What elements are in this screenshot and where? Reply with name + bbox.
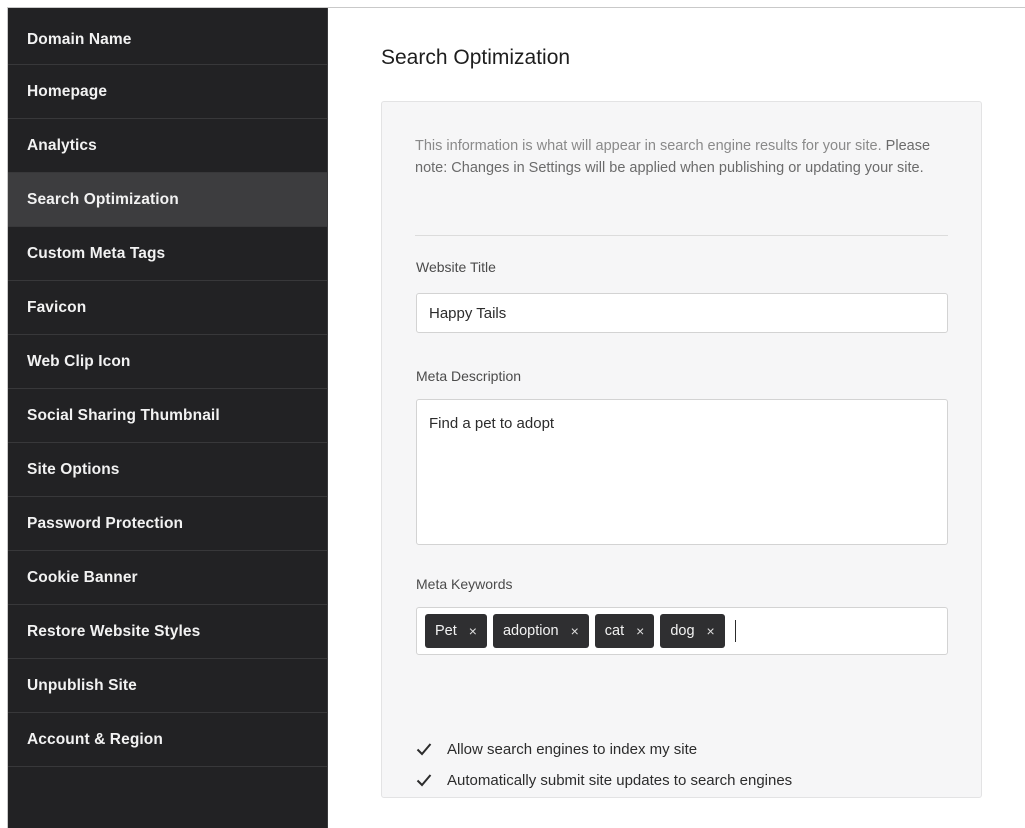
close-icon[interactable]: × [469, 623, 477, 639]
sidebar-item-unpublish-site[interactable]: Unpublish Site [8, 659, 327, 713]
sidebar-item-domain-name[interactable]: Domain Name [8, 8, 327, 65]
divider [415, 235, 948, 236]
keyword-tag: cat × [594, 614, 655, 648]
sidebar-item-label: Analytics [27, 136, 97, 154]
sidebar-item-label: Unpublish Site [27, 676, 137, 694]
website-title-label: Website Title [416, 259, 496, 275]
settings-content: Search Optimization This information is … [328, 8, 1025, 828]
sidebar-item-cookie-banner[interactable]: Cookie Banner [8, 551, 327, 605]
meta-keywords-input[interactable]: Pet × adoption × cat × dog × [416, 607, 948, 655]
sidebar-item-search-optimization[interactable]: Search Optimization [8, 173, 327, 227]
meta-description-label: Meta Description [416, 368, 522, 384]
sidebar-item-site-options[interactable]: Site Options [8, 443, 327, 497]
sidebar-item-restore-website-styles[interactable]: Restore Website Styles [8, 605, 327, 659]
allow-index-checkbox[interactable]: Allow search engines to index my site [415, 740, 697, 758]
sidebar-item-analytics[interactable]: Analytics [8, 119, 327, 173]
keyword-tag-text: Pet [435, 623, 457, 639]
sidebar-item-label: Homepage [27, 82, 108, 100]
sidebar-item-password-protection[interactable]: Password Protection [8, 497, 327, 551]
intro-text: This information is what will appear in … [415, 135, 945, 179]
auto-submit-label: Automatically submit site updates to sea… [447, 771, 793, 789]
allow-index-label: Allow search engines to index my site [447, 740, 698, 758]
sidebar-item-label: Search Optimization [27, 190, 179, 208]
sidebar-item-custom-meta-tags[interactable]: Custom Meta Tags [8, 227, 327, 281]
keyword-tag: Pet × [425, 614, 487, 648]
keyword-tag-text: cat [604, 623, 625, 639]
keyword-tag-text: adoption [502, 623, 559, 639]
text-caret [734, 620, 736, 642]
sidebar-item-favicon[interactable]: Favicon [8, 281, 327, 335]
sidebar-item-label: Account & Region [27, 730, 163, 748]
sidebar-item-label: Restore Website Styles [27, 622, 201, 640]
sidebar-item-homepage[interactable]: Homepage [8, 65, 327, 119]
auto-submit-checkbox[interactable]: Automatically submit site updates to sea… [415, 771, 792, 789]
search-optimization-card: This information is what will appear in … [381, 101, 982, 798]
close-icon[interactable]: × [571, 623, 579, 639]
close-icon[interactable]: × [636, 623, 644, 639]
sidebar-item-label: Site Options [27, 460, 120, 478]
sidebar-item-web-clip-icon[interactable]: Web Clip Icon [8, 335, 327, 389]
sidebar-item-social-sharing-thumbnail[interactable]: Social Sharing Thumbnail [8, 389, 327, 443]
page-title: Search Optimization [381, 46, 571, 69]
sidebar-item-label: Domain Name [27, 31, 132, 48]
meta-keywords-label: Meta Keywords [416, 576, 513, 592]
sidebar-item-label: Web Clip Icon [27, 352, 131, 370]
sidebar-item-label: Password Protection [27, 514, 184, 532]
settings-sidebar: Domain Name Homepage Analytics Search Op… [8, 8, 328, 828]
sidebar-item-label: Favicon [27, 298, 87, 316]
sidebar-item-account-region[interactable]: Account & Region [8, 713, 327, 767]
intro-text-part1: This information is what will appear in … [415, 138, 882, 154]
keyword-tag-text: dog [670, 623, 695, 639]
check-icon [415, 771, 433, 789]
sidebar-item-label: Social Sharing Thumbnail [27, 406, 220, 424]
keyword-tag: dog × [660, 614, 725, 648]
meta-description-textarea[interactable]: Find a pet to adopt [416, 399, 948, 545]
check-icon [415, 740, 433, 758]
keyword-tag: adoption × [492, 614, 589, 648]
sidebar-item-label: Cookie Banner [27, 568, 138, 586]
website-title-input[interactable] [416, 293, 948, 333]
close-icon[interactable]: × [707, 623, 715, 639]
sidebar-item-label: Custom Meta Tags [27, 244, 166, 262]
